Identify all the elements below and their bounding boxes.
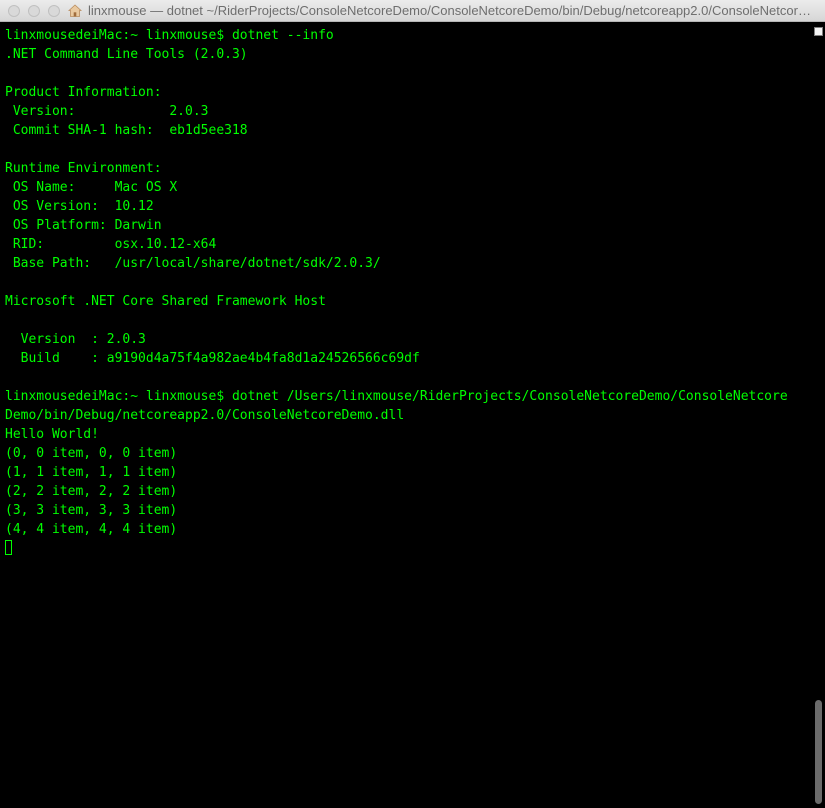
title-bar[interactable]: linxmouse — dotnet ~/RiderProjects/Conso… xyxy=(0,0,825,22)
minimize-button[interactable] xyxy=(28,5,40,17)
terminal-line: (1, 1 item, 1, 1 item) xyxy=(5,465,178,480)
terminal-line: RID: osx.10.12-x64 xyxy=(5,237,217,252)
terminal-line: Version: 2.0.3 xyxy=(5,104,209,119)
scroll-thumb[interactable] xyxy=(815,700,822,804)
close-button[interactable] xyxy=(8,5,20,17)
terminal-line: OS Version: 10.12 xyxy=(5,199,154,214)
vertical-scrollbar[interactable] xyxy=(812,22,825,808)
terminal-line: Base Path: /usr/local/share/dotnet/sdk/2… xyxy=(5,256,381,271)
zoom-button[interactable] xyxy=(48,5,60,17)
terminal-line: OS Platform: Darwin xyxy=(5,218,162,233)
terminal-line: (4, 4 item, 4, 4 item) xyxy=(5,522,178,537)
cursor-line xyxy=(5,539,812,558)
terminal-line: linxmousedeiMac:~ linxmouse$ dotnet /Use… xyxy=(5,389,788,404)
terminal-line: Build : a9190d4a75f4a982ae4b4fa8d1a24526… xyxy=(5,351,420,366)
terminal-window: linxmouse — dotnet ~/RiderProjects/Conso… xyxy=(0,0,825,808)
terminal-line: linxmousedeiMac:~ linxmouse$ dotnet --in… xyxy=(5,28,334,43)
terminal-line: (3, 3 item, 3, 3 item) xyxy=(5,503,178,518)
terminal-line: Hello World! xyxy=(5,427,99,442)
terminal-line: Demo/bin/Debug/netcoreapp2.0/ConsoleNetc… xyxy=(5,408,405,423)
terminal-output[interactable]: linxmousedeiMac:~ linxmouse$ dotnet --in… xyxy=(0,22,812,808)
terminal-line: Product Information: xyxy=(5,85,162,100)
terminal-line: Microsoft .NET Core Shared Framework Hos… xyxy=(5,294,326,309)
terminal-line: Commit SHA-1 hash: eb1d5ee318 xyxy=(5,123,248,138)
terminal-line: OS Name: Mac OS X xyxy=(5,180,178,195)
text-cursor xyxy=(5,540,12,555)
scroll-split-button[interactable] xyxy=(814,27,823,36)
home-folder-icon xyxy=(67,4,83,18)
terminal-line: .NET Command Line Tools (2.0.3) xyxy=(5,47,248,62)
terminal-line: (2, 2 item, 2, 2 item) xyxy=(5,484,178,499)
terminal-line: Version : 2.0.3 xyxy=(5,332,146,347)
terminal-line: Runtime Environment: xyxy=(5,161,162,176)
window-title: linxmouse — dotnet ~/RiderProjects/Conso… xyxy=(88,3,818,18)
terminal-line: (0, 0 item, 0, 0 item) xyxy=(5,446,178,461)
